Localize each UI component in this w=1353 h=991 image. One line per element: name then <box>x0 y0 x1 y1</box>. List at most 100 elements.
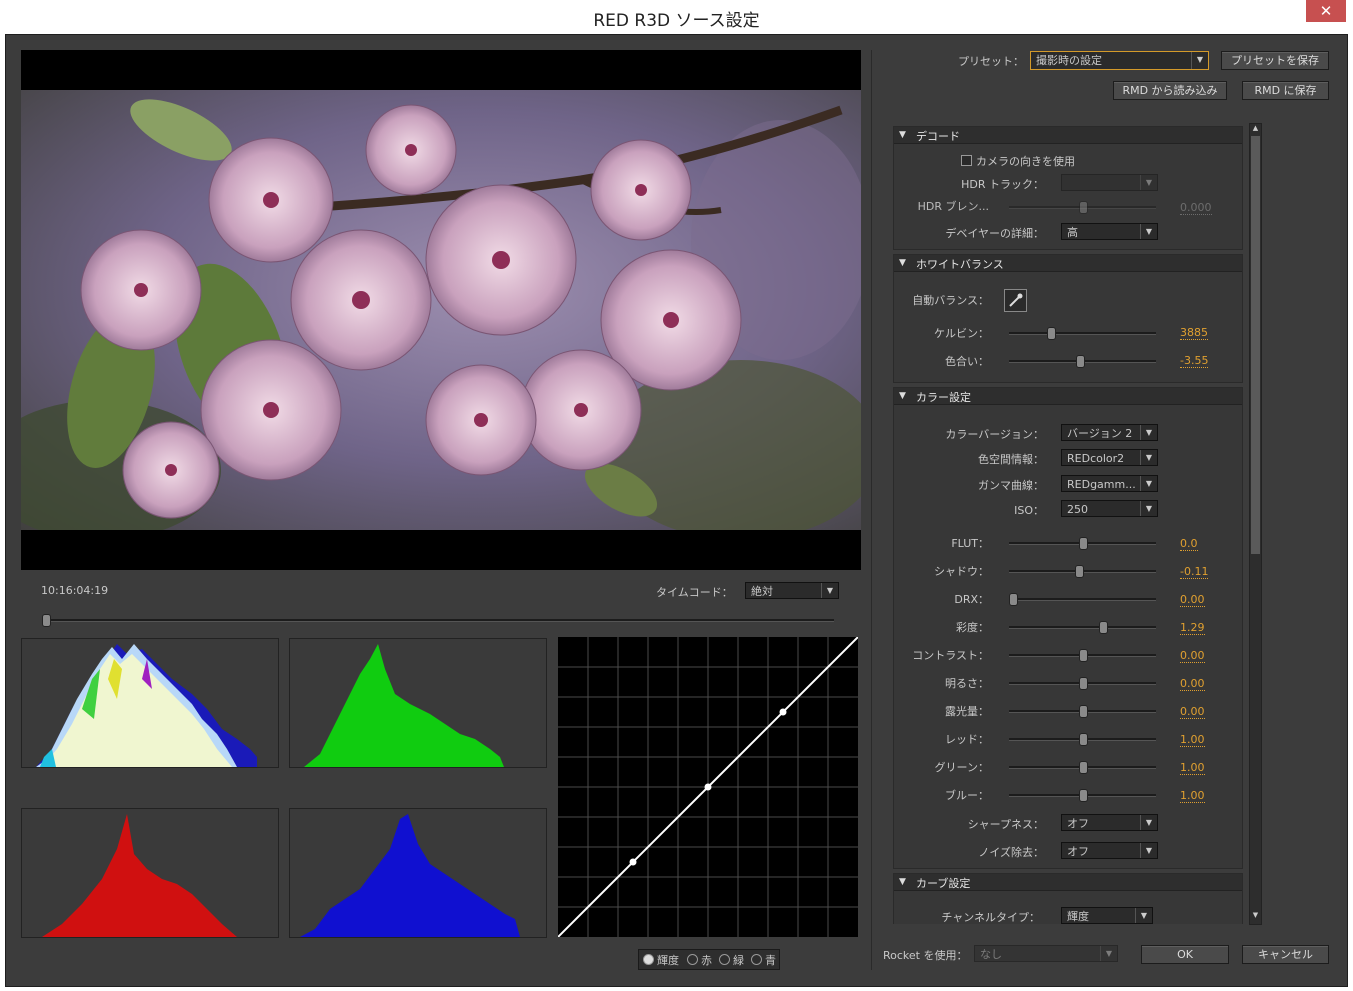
channel-type-dropdown[interactable]: 輝度 ▼ <box>1061 907 1153 924</box>
camera-orientation-checkbox[interactable] <box>961 155 972 166</box>
color-slider-track[interactable] <box>1009 598 1156 601</box>
iso-dropdown[interactable]: 250 ▼ <box>1061 500 1158 517</box>
chevron-down-icon: ▼ <box>1140 815 1157 830</box>
close-button[interactable]: ✕ <box>1306 0 1346 22</box>
color-slider-handle[interactable] <box>1079 705 1088 718</box>
kelvin-handle[interactable] <box>1046 327 1056 340</box>
dialog-body: 10:16:04:19 タイムコード： 絶対 ▼ 輝度 赤 緑 青 プリセット：… <box>5 34 1348 987</box>
histogram-green <box>289 638 547 768</box>
color-slider-label: グリーン： <box>934 761 989 774</box>
eyedropper-button[interactable] <box>1004 289 1027 312</box>
collapse-triangle-icon: ▼ <box>899 877 906 887</box>
preset-value: 撮影時の設定 <box>1036 54 1102 67</box>
rmd-load-button[interactable]: RMD から読み込み <box>1113 81 1227 100</box>
color-slider-handle[interactable] <box>1009 593 1018 606</box>
color-slider-label: レッド： <box>945 733 989 746</box>
color-slider-value[interactable]: 1.00 <box>1180 762 1205 775</box>
panel-divider <box>871 50 872 970</box>
decode-header[interactable]: ▼ デコード <box>894 127 1242 144</box>
hdr-track-dropdown[interactable]: ▼ <box>1061 174 1158 191</box>
color-slider-label: 露光量： <box>945 705 989 718</box>
color-slider-value[interactable]: 0.00 <box>1180 678 1205 691</box>
radio-luma-label: 輝度 <box>657 954 679 967</box>
color-slider-handle[interactable] <box>1098 621 1108 634</box>
color-slider-handle[interactable] <box>1079 537 1088 550</box>
noise-reduction-dropdown[interactable]: オフ ▼ <box>1061 842 1158 859</box>
tint-handle[interactable] <box>1076 355 1086 368</box>
tint-value[interactable]: -3.55 <box>1180 355 1209 368</box>
white-balance-header[interactable]: ▼ ホワイトバランス <box>894 255 1242 272</box>
timecode-mode-dropdown[interactable]: 絶対 ▼ <box>745 582 839 599</box>
radio-green[interactable] <box>719 954 730 965</box>
title-bar: RED R3D ソース設定 ✕ <box>0 0 1353 34</box>
scroll-down-icon[interactable]: ▼ <box>1250 911 1261 922</box>
histogram-luma <box>21 638 279 768</box>
color-slider-value[interactable]: 1.00 <box>1180 790 1205 803</box>
eyedropper-icon <box>1009 293 1023 307</box>
color-space-dropdown[interactable]: REDcolor2 ▼ <box>1061 449 1158 466</box>
color-version-value: バージョン 2 <box>1067 427 1133 440</box>
video-preview <box>21 50 861 570</box>
channel-type-label: チャンネルタイプ： <box>941 911 1040 924</box>
noise-reduction-label: ノイズ除去： <box>978 846 1044 859</box>
radio-red-label: 赤 <box>701 954 712 967</box>
kelvin-slider[interactable] <box>1009 332 1156 335</box>
color-slider-value[interactable]: 1.00 <box>1180 734 1205 747</box>
color-slider-label: FLUT： <box>951 537 989 550</box>
color-settings-section: ▼ カラー設定 カラーバージョン： バージョン 2 ▼ 色空間情報： REDco… <box>893 387 1243 869</box>
scroll-up-icon[interactable]: ▲ <box>1250 124 1261 135</box>
radio-blue[interactable] <box>751 954 762 965</box>
radio-red[interactable] <box>687 954 698 965</box>
color-slider-handle[interactable] <box>1079 649 1088 662</box>
curve-settings-header[interactable]: ▼ カーブ設定 <box>894 874 1242 891</box>
color-slider-value[interactable]: -0.11 <box>1180 566 1209 579</box>
rocket-dropdown[interactable]: なし ▼ <box>974 945 1118 962</box>
settings-scrollbar[interactable]: ▲ ▼ <box>1249 123 1262 925</box>
curve-editor[interactable] <box>557 636 859 938</box>
chevron-down-icon: ▼ <box>1135 908 1152 923</box>
color-slider-track[interactable] <box>1009 626 1156 629</box>
save-preset-button[interactable]: プリセットを保存 <box>1221 51 1329 70</box>
color-slider-handle[interactable] <box>1079 789 1088 802</box>
timecode-label: タイムコード： <box>656 586 733 599</box>
color-version-label: カラーバージョン： <box>945 428 1044 441</box>
color-version-dropdown[interactable]: バージョン 2 ▼ <box>1061 424 1158 441</box>
kelvin-label: ケルビン： <box>934 327 989 340</box>
noise-reduction-value: オフ <box>1067 845 1089 858</box>
color-slider-value[interactable]: 0.0 <box>1180 538 1198 551</box>
preset-dropdown[interactable]: 撮影時の設定 ▼ <box>1030 51 1209 70</box>
curve-settings-section: ▼ カーブ設定 チャンネルタイプ： 輝度 ▼ <box>893 873 1243 924</box>
tint-label: 色合い： <box>945 355 989 368</box>
radio-luma[interactable] <box>643 954 654 965</box>
color-slider-value[interactable]: 1.29 <box>1180 622 1205 635</box>
color-slider-value[interactable]: 0.00 <box>1180 650 1205 663</box>
hdr-blend-handle[interactable] <box>1079 201 1088 214</box>
color-settings-header[interactable]: ▼ カラー設定 <box>894 388 1242 405</box>
color-slider-value[interactable]: 0.00 <box>1180 594 1205 607</box>
ok-button[interactable]: OK <box>1141 945 1229 964</box>
rocket-value: なし <box>980 948 1002 961</box>
chevron-down-icon: ▼ <box>1140 224 1157 239</box>
gamma-curve-dropdown[interactable]: REDgamm... ▼ <box>1061 475 1158 492</box>
radio-blue-label: 青 <box>765 954 776 967</box>
sharpness-dropdown[interactable]: オフ ▼ <box>1061 814 1158 831</box>
color-slider-handle[interactable] <box>1079 677 1088 690</box>
kelvin-value[interactable]: 3885 <box>1180 327 1208 340</box>
iso-value: 250 <box>1067 503 1088 516</box>
color-space-value: REDcolor2 <box>1067 452 1125 465</box>
scrub-handle[interactable] <box>42 614 51 627</box>
cancel-button[interactable]: キャンセル <box>1242 945 1329 964</box>
histogram-red <box>21 808 279 938</box>
gamma-curve-value: REDgamm... <box>1067 478 1136 491</box>
color-slider-handle[interactable] <box>1074 565 1084 578</box>
hdr-blend-label: HDR ブレン... <box>917 200 989 213</box>
collapse-triangle-icon: ▼ <box>899 391 906 401</box>
rmd-save-button[interactable]: RMD に保存 <box>1242 81 1329 100</box>
debayer-dropdown[interactable]: 高 ▼ <box>1061 223 1158 240</box>
scroll-thumb[interactable] <box>1251 136 1260 554</box>
scrub-track[interactable] <box>44 619 834 622</box>
color-slider-value[interactable]: 0.00 <box>1180 706 1205 719</box>
hdr-blend-value[interactable]: 0.000 <box>1180 202 1212 215</box>
color-slider-handle[interactable] <box>1079 733 1088 746</box>
color-slider-handle[interactable] <box>1079 761 1088 774</box>
